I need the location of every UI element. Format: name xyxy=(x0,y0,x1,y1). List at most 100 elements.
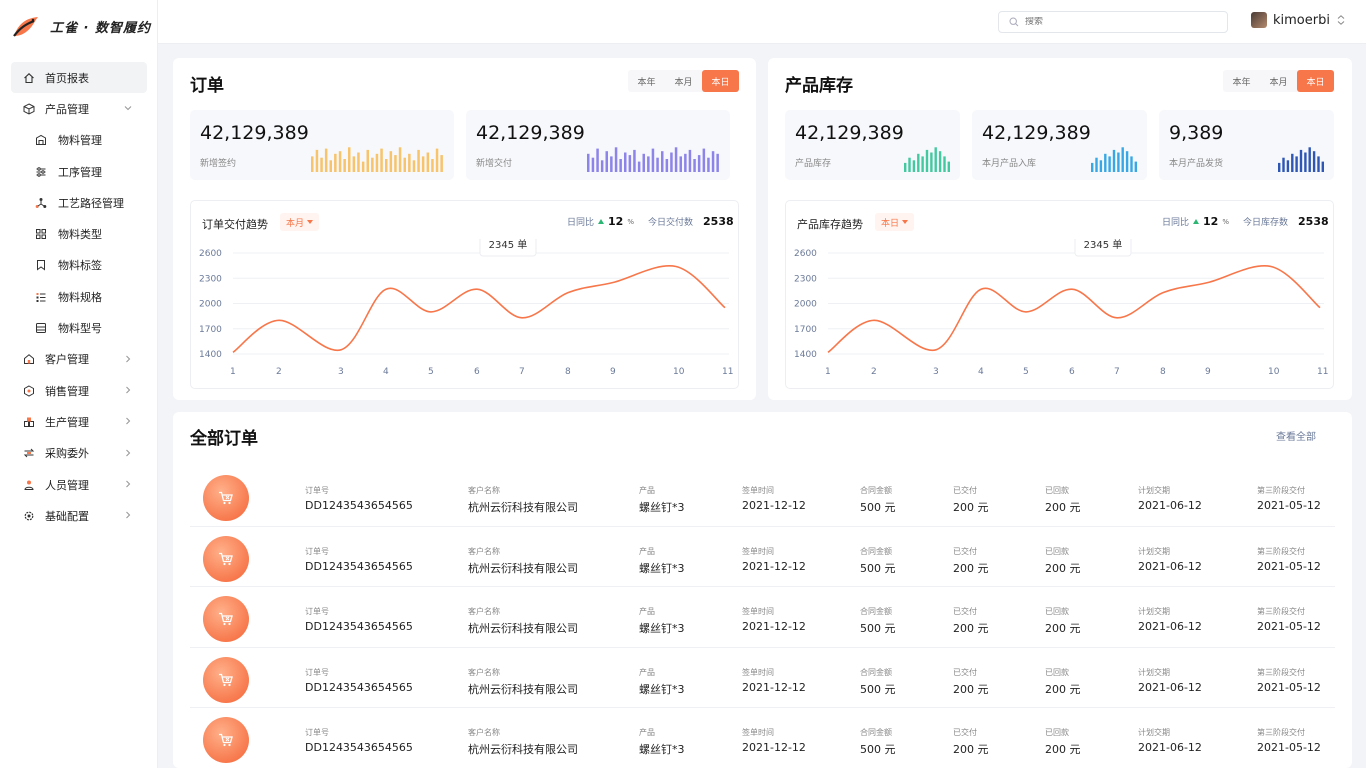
bar xyxy=(693,159,696,172)
sidebar-item-material-model[interactable]: 物料型号 xyxy=(0,312,158,343)
bar xyxy=(614,147,618,172)
sidebar-item-label: 生产管理 xyxy=(45,415,89,429)
table-row[interactable]: 订单号 DD1243543654565 客户名称 杭州云衍科技有限公司 产品 螺丝钉*3 签… xyxy=(190,587,1335,648)
sidebar-item-material-spec[interactable]: 物料规格 xyxy=(0,281,158,312)
series-line xyxy=(232,264,726,353)
bar xyxy=(917,153,920,172)
bar xyxy=(1278,162,1281,172)
bar xyxy=(628,155,632,172)
stat-value: 9,389 xyxy=(1169,122,1224,144)
bar xyxy=(338,151,342,172)
sidebar-item-label: 物料类型 xyxy=(58,228,102,242)
cell-label: 客户名称 xyxy=(468,667,500,677)
bar xyxy=(385,159,388,172)
bar xyxy=(697,155,701,172)
x-tick-label: 11 xyxy=(722,367,733,377)
table-row[interactable]: 订单号 DD1243543654565 客户名称 杭州云衍科技有限公司 产品 螺丝钉*3 签… xyxy=(190,527,1335,587)
sidebar-item-material-tag[interactable]: 物料标签 xyxy=(0,250,158,281)
cell-label: 签单时间 xyxy=(742,728,774,737)
trend-title: 产品库存趋势 xyxy=(797,218,863,231)
bar xyxy=(684,153,687,172)
bar xyxy=(707,157,710,172)
cell-value: 2021-05-12 xyxy=(1257,559,1321,573)
table-row[interactable]: 订单号 DD1243543654565 客户名称 杭州云衍科技有限公司 产品 螺丝钉*3 签… xyxy=(190,708,1335,768)
tooltip-text: 2345 单 xyxy=(1084,239,1123,251)
bar xyxy=(1321,161,1324,172)
cell-value: 2021-12-12 xyxy=(742,620,806,633)
all-orders-card: 全部订单 查看全部 订单号 DD1243543654565 客户名称 杭州云衍科技有限… xyxy=(173,412,1352,768)
sidebar-item-personnel[interactable]: 人员管理 xyxy=(0,469,158,500)
bar xyxy=(1291,153,1294,172)
cell-label: 签单时间 xyxy=(742,546,774,556)
bar xyxy=(605,151,608,172)
orders-range-selector: 本年 本月 本日 xyxy=(628,70,739,92)
period-dropdown[interactable]: 本月 xyxy=(280,213,320,231)
range-day[interactable]: 本日 xyxy=(1297,70,1334,92)
view-all-link[interactable]: 查看全部 xyxy=(1276,428,1316,443)
range-month[interactable]: 本月 xyxy=(1260,70,1297,92)
bar xyxy=(943,156,946,172)
bar xyxy=(334,153,337,172)
cell-value: 200 元 xyxy=(1045,622,1081,635)
table-row[interactable]: 订单号 DD1243543654565 客户名称 杭州云衍科技有限公司 产品 螺丝钉*3 签… xyxy=(190,466,1335,527)
cube-icon xyxy=(22,102,36,116)
cell-label: 合同金额 xyxy=(860,728,892,737)
bar xyxy=(1134,161,1137,172)
range-day[interactable]: 本日 xyxy=(702,70,739,92)
compare-meta: 日同比 12 % xyxy=(1162,215,1229,228)
bar xyxy=(1130,156,1133,172)
user-menu[interactable]: kimoerbi xyxy=(1251,12,1346,28)
bar xyxy=(642,153,645,172)
chart-tooltip: 2345 单 xyxy=(1074,239,1132,257)
x-tick-label: 9 xyxy=(1205,367,1211,377)
bar xyxy=(651,148,655,172)
mini-bar-chart xyxy=(311,147,443,172)
sidebar-item-production[interactable]: 生产管理 xyxy=(0,406,158,437)
sidebar-item-procurement[interactable]: 采购委外 xyxy=(0,438,158,469)
series-line xyxy=(827,264,1321,353)
cell-label: 客户名称 xyxy=(468,546,500,556)
sidebar-item-material[interactable]: 物料管理 xyxy=(0,125,158,156)
stat-new-contracts: 42,129,389 新增签约 xyxy=(190,110,454,180)
period-dropdown[interactable]: 本日 xyxy=(875,213,915,231)
compare-unit: % xyxy=(627,217,634,226)
sidebar-item-material-type[interactable]: 物料类型 xyxy=(0,218,158,249)
bar xyxy=(1317,156,1320,172)
sidebar-item-home-report[interactable]: 首页报表 xyxy=(11,62,147,94)
brand-logo[interactable]: 工雀 · 数智履约 xyxy=(12,12,151,40)
sidebar-item-routing[interactable]: 工艺路径管理 xyxy=(0,187,158,218)
sidebar-item-customer[interactable]: 客户管理 xyxy=(0,344,158,375)
bar xyxy=(361,161,365,172)
orders-trend-panel: 订单交付趋势 本月 日同比 12 % 今日交付数 2538 2600 2300 20… xyxy=(190,200,739,389)
range-year[interactable]: 本年 xyxy=(1223,70,1260,92)
caret-down-icon xyxy=(307,220,314,224)
sidebar-item-process[interactable]: 工序管理 xyxy=(0,156,158,187)
search-input[interactable] xyxy=(1025,17,1205,27)
mini-bar-chart xyxy=(904,147,950,172)
bar xyxy=(633,149,636,172)
bar xyxy=(1308,147,1311,172)
sidebar-item-sales[interactable]: 销售管理 xyxy=(0,375,158,406)
stat-inventory: 42,129,389 产品库存 xyxy=(785,110,960,180)
sidebar-item-label: 物料管理 xyxy=(58,134,102,148)
cell-label: 第三阶段交付 xyxy=(1257,607,1305,616)
chevron-right-icon xyxy=(126,480,131,488)
bar xyxy=(1121,147,1124,172)
x-tick-label: 2 xyxy=(276,367,282,377)
range-year[interactable]: 本年 xyxy=(628,70,665,92)
bar xyxy=(1104,153,1107,172)
bar xyxy=(674,147,678,172)
range-month[interactable]: 本月 xyxy=(665,70,702,92)
cell-label: 签单时间 xyxy=(742,667,774,677)
cell-label: 订单号 xyxy=(305,607,329,616)
sidebar-item-config[interactable]: 基础配置 xyxy=(0,500,158,531)
sidebar-item-product[interactable]: 产品管理 xyxy=(0,93,158,124)
inventory-trend-panel: 产品库存趋势 本日 日同比 12 % 今日库存数 2538 2600 2300 20… xyxy=(785,200,1334,389)
cell-value: 杭州云衍科技有限公司 xyxy=(468,561,578,575)
bar xyxy=(912,160,916,172)
orders-trend-chart: 2600 2300 2000 1700 1400 1 2 3 4 5 6 7 8 9 10 11 2345 单 xyxy=(199,239,733,377)
table-row[interactable]: 订单号 DD1243543654565 客户名称 杭州云衍科技有限公司 产品 螺丝钉*3 签… xyxy=(190,648,1335,708)
compare-value: 12 xyxy=(608,215,624,228)
cell-label: 第三阶段交付 xyxy=(1257,546,1305,556)
search-box[interactable] xyxy=(998,11,1228,33)
